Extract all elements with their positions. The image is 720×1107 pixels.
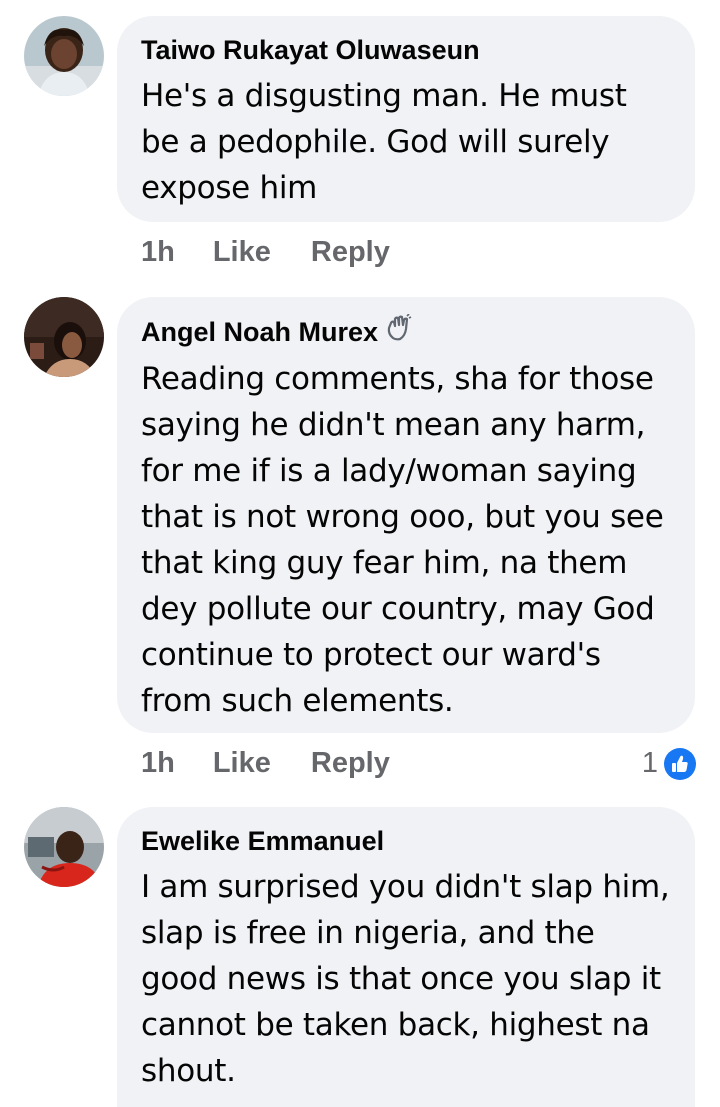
author-name[interactable]: Ewelike Emmanuel — [141, 824, 384, 858]
comment-text: Reading comments, sha for those saying h… — [141, 361, 664, 719]
comment-time[interactable]: 1h — [141, 747, 175, 780]
waving-hand-icon — [384, 313, 412, 350]
comment-actions: 1h Like Reply — [141, 236, 390, 269]
comment-bubble: Angel Noah Murex Reading comments, sha f… — [117, 297, 695, 733]
like-button[interactable]: Like — [213, 747, 271, 780]
like-button[interactable]: Like — [213, 236, 271, 269]
comment-actions: 1h Like Reply — [141, 747, 390, 780]
comment-author[interactable]: Ewelike Emmanuel — [141, 824, 671, 858]
reply-button[interactable]: Reply — [311, 747, 390, 780]
avatar[interactable] — [24, 16, 104, 96]
reply-button[interactable]: Reply — [311, 236, 390, 269]
author-name[interactable]: Angel Noah Murex — [141, 315, 378, 349]
comment-author[interactable]: Taiwo Rukayat Oluwaseun — [141, 33, 671, 67]
avatar[interactable] — [24, 807, 104, 887]
comment-bubble: Ewelike Emmanuel I am surprised you didn… — [117, 807, 695, 1107]
comment-author[interactable]: Angel Noah Murex — [141, 313, 671, 350]
comment-text: He's a disgusting man. He must be a pedo… — [141, 78, 627, 206]
thumbs-up-icon — [664, 747, 696, 780]
comment-time[interactable]: 1h — [141, 236, 175, 269]
comment-bubble: Taiwo Rukayat Oluwaseun He's a disgustin… — [117, 16, 695, 222]
comment-text: I am surprised you didn't slap him, slap… — [141, 869, 670, 1089]
author-name[interactable]: Taiwo Rukayat Oluwaseun — [141, 33, 480, 67]
reaction-summary[interactable]: 1 — [642, 747, 696, 780]
reaction-count: 1 — [641, 747, 658, 779]
avatar[interactable] — [24, 297, 104, 377]
